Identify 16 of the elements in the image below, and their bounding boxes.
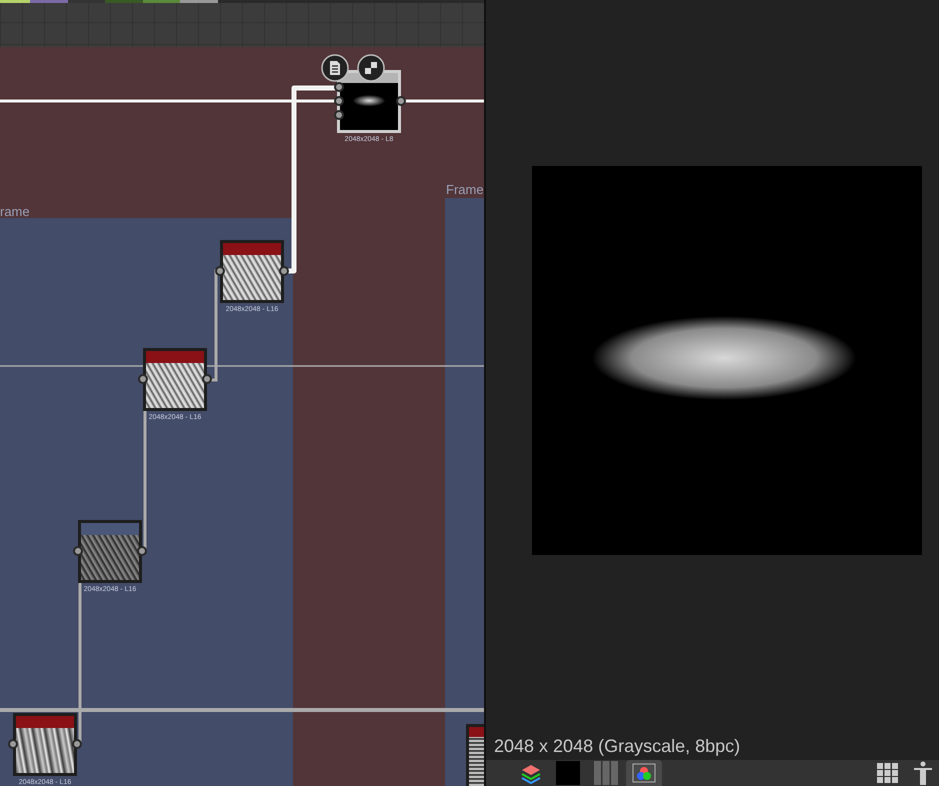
thumbnail-preview [81, 535, 139, 580]
document-icon[interactable] [321, 54, 349, 82]
image-info: 2048 x 2048 (Grayscale, 8bpc) [493, 735, 742, 758]
graph-node[interactable] [143, 348, 207, 411]
graph-node[interactable] [220, 240, 284, 303]
rgb-channels-icon[interactable] [626, 760, 662, 786]
graph-node[interactable] [13, 713, 77, 776]
graph-node[interactable] [78, 520, 142, 583]
thumbnail-preview [340, 83, 398, 130]
thumbnail-preview [146, 363, 204, 408]
checker-icon[interactable] [357, 54, 385, 82]
frame-title: rame [0, 203, 30, 221]
thumbnail-preview [223, 255, 281, 300]
thumbnail-preview [16, 728, 74, 773]
frame-title: Frame [446, 181, 484, 199]
partial-node[interactable] [466, 724, 484, 786]
